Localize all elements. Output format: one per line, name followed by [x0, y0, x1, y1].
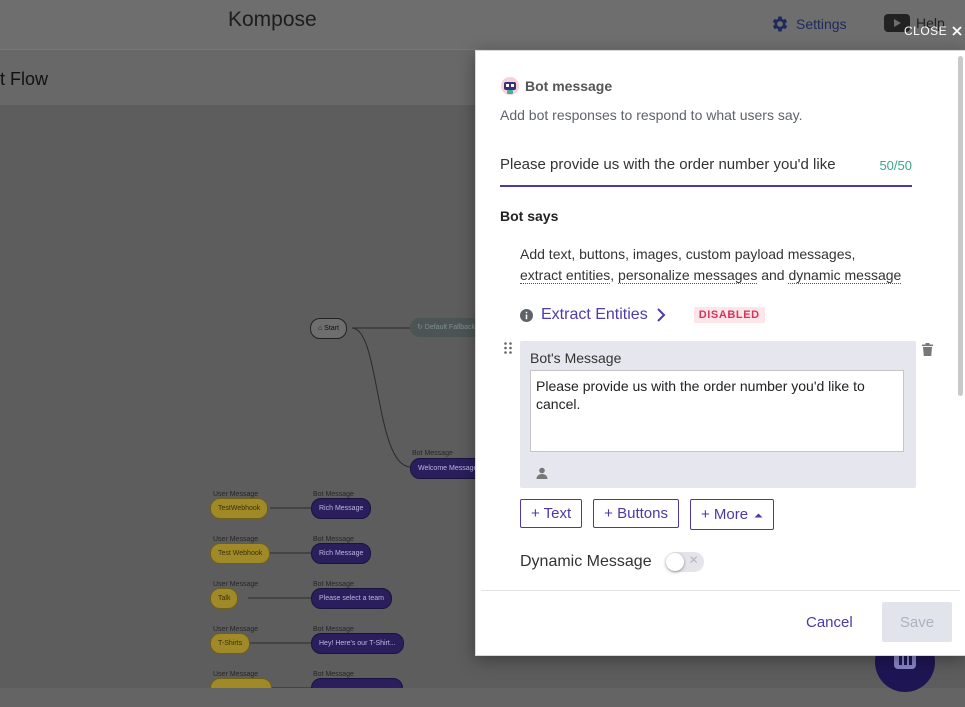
node-label: User Message [213, 536, 259, 543]
node-label: Bot Message [412, 450, 453, 457]
bot-message-dialog: Bot message Add bot responses to respond… [475, 50, 965, 656]
dynamic-message-row: Dynamic Message ✕ [520, 552, 704, 572]
close-dialog-button[interactable]: CLOSE [904, 24, 962, 38]
flow-node-bot[interactable]: Please select a team [311, 588, 392, 609]
flow-node-user[interactable]: TestWebhook [210, 498, 269, 519]
status-badge: DISABLED [693, 307, 765, 323]
add-buttons-button[interactable]: + Buttons [593, 499, 679, 528]
node-label: Bot Message [313, 581, 354, 588]
bot-avatar-icon [501, 77, 519, 95]
flow-node-bot[interactable]: Rich Message [311, 498, 372, 519]
info-icon [520, 308, 533, 322]
more-options-label: + More [700, 506, 749, 523]
flow-node-user[interactable]: T-Shirts [210, 633, 251, 654]
footer-divider [481, 590, 960, 591]
bot-message-textarea[interactable]: Please provide us with the order number … [530, 370, 904, 452]
save-button[interactable]: Save [882, 602, 952, 642]
personalize-messages-link[interactable]: personalize messages [618, 267, 758, 284]
dialog-scrollbar[interactable] [958, 56, 963, 396]
flow-node-fallback[interactable]: ↻ Default Fallback [410, 318, 482, 337]
message-name-field[interactable]: 50/50 [500, 156, 912, 187]
toggle-off-icon: ✕ [688, 553, 699, 567]
flow-node-user[interactable]: Test Webhook [210, 543, 271, 564]
flow-node-user[interactable]: Talk [210, 588, 239, 609]
caret-up-icon [754, 513, 763, 517]
extract-entities-row: Extract Entities DISABLED [520, 306, 765, 324]
extract-entities-toggle[interactable]: Extract Entities [541, 306, 648, 324]
dynamic-message-label: Dynamic Message [520, 553, 652, 570]
flow-title: t Flow [0, 69, 49, 89]
app-title: Kompose [228, 8, 317, 31]
bot-message-card: Bot's Message Please provide us with the… [520, 341, 916, 488]
node-label: Bot Message [313, 536, 354, 543]
help-separator: , [610, 267, 619, 283]
flow-node-bot[interactable]: Rich Message [311, 543, 372, 564]
card-title: Bot's Message [530, 350, 622, 366]
app-topbar: Kompose Settings Help [0, 0, 965, 50]
cancel-button[interactable]: Cancel [794, 606, 865, 638]
node-label: User Message [213, 491, 259, 498]
chevron-right-icon[interactable] [656, 308, 666, 322]
close-icon [952, 26, 962, 36]
flow-node-bot[interactable]: Hey! Here's our T-Shirt... [311, 633, 404, 654]
close-label: CLOSE [904, 24, 948, 38]
add-content-buttons: + Text + Buttons + More [520, 499, 775, 530]
drag-handle-icon[interactable] [503, 341, 513, 355]
dialog-subtitle: Add bot responses to respond to what use… [500, 107, 803, 123]
person-icon[interactable] [536, 467, 548, 479]
help-prefix: Add text, buttons, images, custom payloa… [520, 246, 856, 262]
dynamic-message-link[interactable]: dynamic message [788, 267, 902, 284]
toggle-knob [665, 553, 684, 571]
extract-entities-link[interactable]: extract entities [520, 267, 611, 284]
bot-says-heading: Bot says [500, 208, 559, 224]
settings-link[interactable]: Settings [770, 14, 847, 34]
bottom-bar [0, 688, 965, 707]
flow-node-start[interactable]: ⌂ Start [310, 318, 347, 339]
settings-label: Settings [796, 16, 847, 32]
node-label: User Message [213, 671, 259, 678]
character-counter: 50/50 [879, 158, 912, 173]
add-text-button[interactable]: + Text [520, 499, 583, 528]
node-label: Bot Message [313, 671, 354, 678]
bot-says-help-text: Add text, buttons, images, custom payloa… [520, 244, 920, 286]
dialog-title: Bot message [525, 78, 613, 94]
more-options-button[interactable]: + More [689, 499, 775, 530]
gear-icon [772, 16, 788, 32]
node-label: Bot Message [313, 626, 354, 633]
trash-icon[interactable] [922, 343, 933, 356]
node-label: Bot Message [313, 491, 354, 498]
node-label: User Message [213, 626, 259, 633]
message-name-input[interactable] [500, 156, 880, 173]
node-label: User Message [213, 581, 259, 588]
dynamic-message-toggle[interactable]: ✕ [665, 552, 704, 572]
help-separator: and [757, 267, 789, 283]
